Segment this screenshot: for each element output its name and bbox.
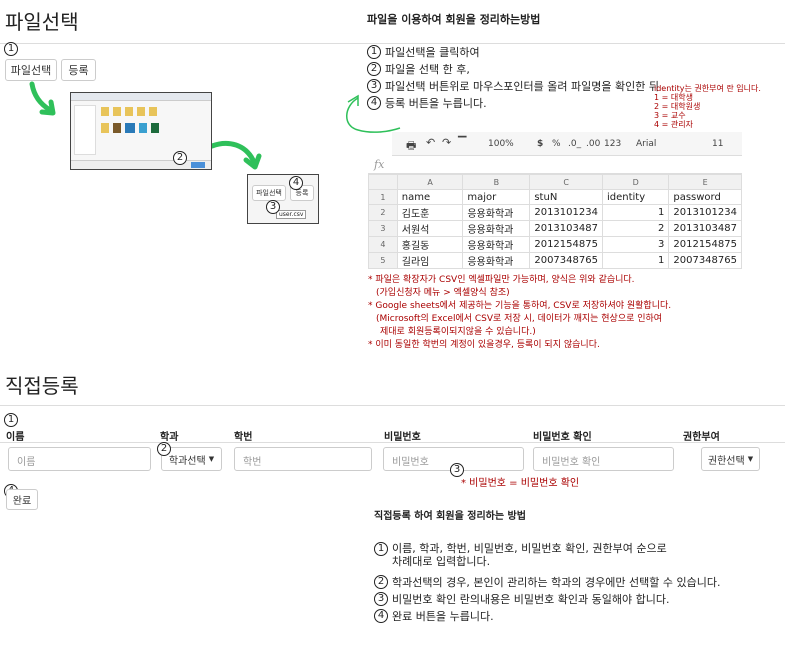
- decrease-decimal-button[interactable]: .0_: [568, 139, 581, 149]
- label-password-confirm: 비밀번호 확인: [533, 432, 592, 443]
- section-title-file: 파일선택: [5, 10, 79, 34]
- direct-step-2: 2 학과선택의 경우, 본인이 관리하는 학과의 경우에만 선택할 수 있습니다.: [374, 574, 720, 590]
- file-method-heading: 파일을 이용하여 회원을 정리하는방법: [367, 13, 541, 26]
- upload-buttons-screenshot: 파일선택 등록 user.csv: [247, 174, 319, 224]
- file-step-1: 1 파일선택을 클릭하여: [367, 44, 480, 60]
- label-name: 이름: [6, 432, 25, 443]
- direct-step-3: 3 비밀번호 확인 란의내용은 비밀번호 확인과 동일해야 합니다.: [374, 591, 669, 607]
- undo-icon[interactable]: ↶: [426, 136, 435, 149]
- sheet-toolbar: 🖶 ↶ ↷ ▔ 100% $ % .0_ .00 123 Arial 11: [392, 132, 742, 156]
- print-icon[interactable]: 🖶: [406, 137, 416, 156]
- marker-1: 1: [4, 42, 18, 56]
- password-confirm-input[interactable]: 비밀번호 확인: [533, 447, 674, 471]
- file-dialog-screenshot: [70, 92, 212, 170]
- mini-file-select-button: 파일선택: [252, 185, 286, 201]
- file-step-3: 3 파일선택 버튼위로 마우스포인터를 올려 파일명을 확인한 뒤: [367, 78, 659, 94]
- done-button[interactable]: 완료: [6, 489, 38, 510]
- marker-2: 2: [157, 442, 171, 456]
- increase-decimal-button[interactable]: .00: [586, 139, 600, 149]
- paint-format-icon[interactable]: ▔: [458, 136, 466, 149]
- file-name-tooltip: user.csv: [276, 210, 307, 219]
- table-row: 2 김도훈 응용화학과 2013101234 1 2013101234: [368, 204, 742, 221]
- format-select[interactable]: 123: [604, 139, 621, 149]
- name-input[interactable]: 이름: [8, 447, 151, 471]
- marker-4: 4: [289, 176, 303, 190]
- file-notes: * 파일은 확장자가 CSV인 엑셀파일만 가능하며, 양식은 위와 같습니다.…: [368, 275, 672, 350]
- caret-down-icon: ▼: [208, 455, 215, 463]
- password-match-note: * 비밀번호 = 비밀번호 확인: [461, 478, 580, 489]
- green-arrow-2: [209, 140, 262, 170]
- direct-method-heading: 직접등록 하여 회원을 정리하는 방법: [374, 511, 526, 522]
- currency-button[interactable]: $: [537, 139, 543, 149]
- register-button[interactable]: 등록: [61, 59, 96, 81]
- marker-3: 3: [266, 200, 280, 214]
- table-row: 1 name major stuN identity password: [368, 189, 742, 205]
- role-select[interactable]: 권한선택 ▼: [701, 447, 760, 471]
- label-stuno: 학번: [234, 432, 253, 443]
- zoom-select[interactable]: 100%: [488, 139, 514, 149]
- table-row: 3 서원석 응용화학과 2013103487 2 2013103487: [368, 220, 742, 237]
- label-dept: 학과: [160, 432, 179, 443]
- section-title-direct: 직접등록: [5, 374, 79, 398]
- green-arrow-1: [29, 81, 56, 116]
- sheet-grid: A B C D E 1 name major stuN identity pas…: [368, 174, 742, 269]
- identity-note: identity는 권한부여 란 입니다. 1 = 대학생 2 = 대학원생 3…: [654, 84, 761, 129]
- fx-icon: fx: [374, 158, 385, 171]
- stuno-input[interactable]: 학번: [234, 447, 372, 471]
- percent-button[interactable]: %: [552, 139, 561, 149]
- redo-icon[interactable]: ↷: [442, 136, 451, 149]
- table-row: 4 홍길동 응용화학과 2012154875 3 2012154875: [368, 236, 742, 253]
- direct-step-1: 1 이름, 학과, 학번, 비밀번호, 비밀번호 확인, 권한부여 순으로 차례대…: [374, 542, 667, 568]
- table-row: 5 길라임 응용화학과 2007348765 1 2007348765: [368, 252, 742, 269]
- font-size-select[interactable]: 11: [712, 139, 723, 149]
- file-select-button[interactable]: 파일선택: [5, 59, 57, 81]
- label-role: 권한부여: [683, 432, 720, 443]
- label-password: 비밀번호: [384, 432, 421, 443]
- font-select[interactable]: Arial: [636, 139, 656, 149]
- direct-step-4: 4 완료 버튼을 누릅니다.: [374, 608, 494, 624]
- caret-down-icon: ▼: [747, 455, 754, 463]
- marker-2: 2: [173, 151, 187, 165]
- formula-bar: fx: [368, 156, 742, 174]
- marker-1: 1: [4, 413, 18, 427]
- file-step-2: 2 파일을 선택 한 후,: [367, 61, 470, 77]
